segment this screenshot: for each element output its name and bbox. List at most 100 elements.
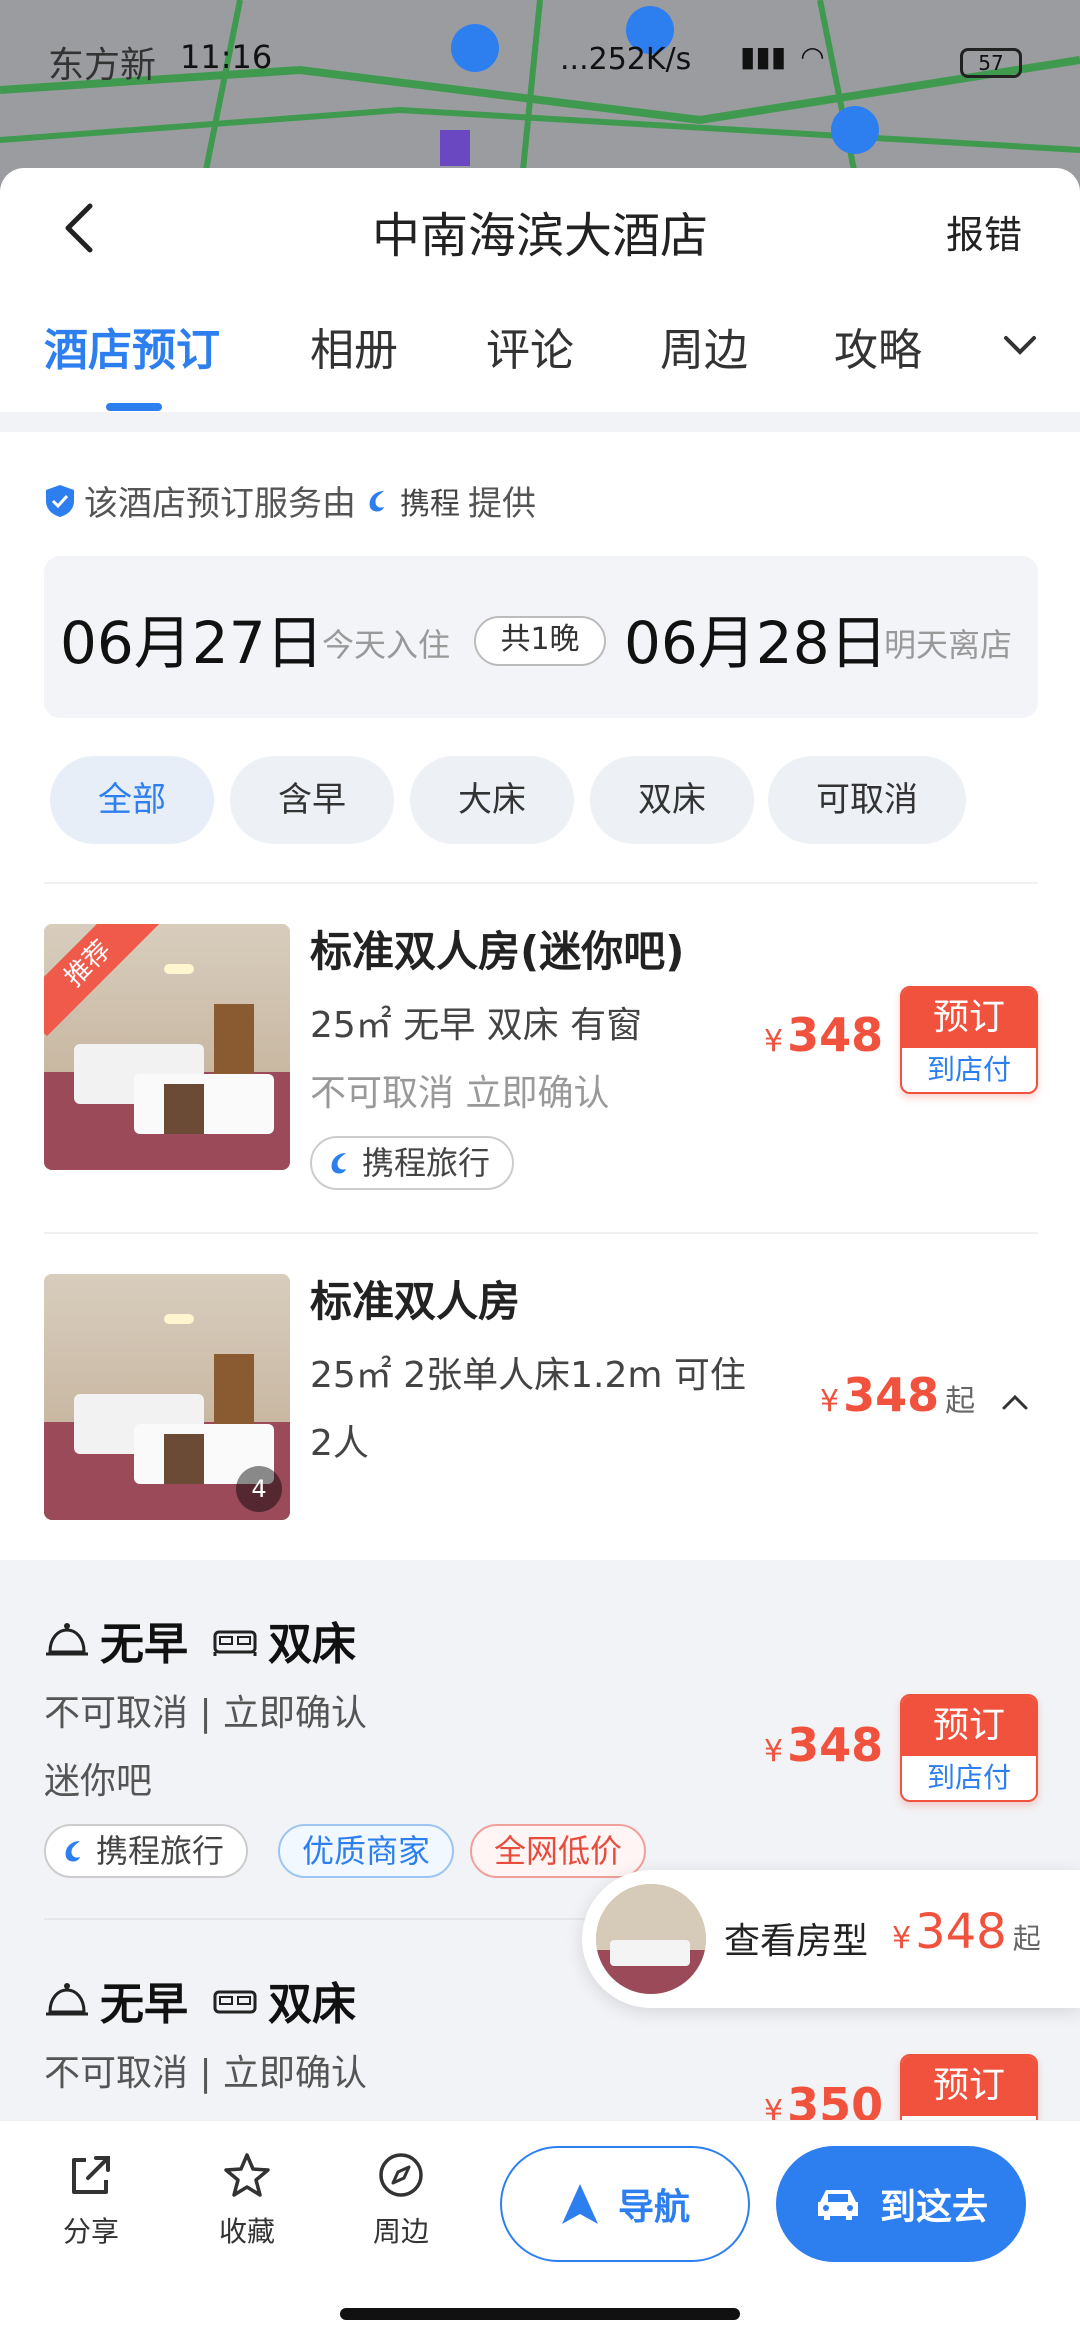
tab-nearby[interactable]: 周边 — [660, 314, 748, 378]
price-from-suffix: 起 — [1012, 1922, 1041, 1955]
share-label: 分享 — [62, 2215, 119, 2248]
share-icon — [72, 2156, 110, 2194]
rate-plan-policy: 不可取消 | 立即确认 — [44, 1693, 368, 1734]
book-label: 预订 — [902, 1696, 1036, 1756]
go-here-button[interactable]: 到这去 — [776, 2146, 1026, 2262]
rate-plan-policy: 不可取消 | 立即确认 — [44, 2053, 368, 2094]
breakfast-bell-icon — [46, 1983, 88, 2016]
view-room-type-label: 查看房型 — [724, 1921, 869, 1962]
back-arrow-icon[interactable] — [60, 200, 100, 256]
star-icon — [224, 2153, 270, 2197]
net-speed: ...252K/s — [560, 42, 692, 77]
currency-symbol: ¥ — [764, 1734, 784, 1769]
filter-twin-bed[interactable]: 双床 — [590, 756, 754, 844]
ctrip-logo-icon — [369, 490, 384, 511]
provider-brand: 携程 — [400, 486, 460, 522]
book-label: 预订 — [902, 2056, 1036, 2116]
wifi-icon: ◠ — [800, 40, 825, 73]
rate-plan-extra: 迷你吧 — [44, 1761, 153, 1802]
room-photo[interactable]: 推荐 — [44, 924, 290, 1170]
book-button[interactable]: 预订 到店付 — [900, 986, 1038, 1094]
divider — [44, 1232, 1038, 1234]
checkout-date[interactable]: 06月28日 — [624, 596, 888, 680]
status-bar: 东方新 11:16 ...252K/s ▮▮▮ ◠ 57 — [0, 30, 1080, 90]
ctrip-logo-icon — [65, 1841, 80, 1862]
bed-icon — [213, 1990, 257, 2014]
tag-label: 携程旅行 — [362, 1144, 491, 1182]
tab-hotel-booking[interactable]: 酒店预订 — [44, 314, 220, 378]
pay-at-hotel-label: 到店付 — [926, 1053, 1011, 1086]
bed-icon — [213, 1630, 257, 1656]
checkout-label: 明天离店 — [884, 626, 1013, 664]
tab-album[interactable]: 相册 — [310, 314, 398, 378]
breakfast-bell-icon — [46, 1623, 88, 1656]
filter-all[interactable]: 全部 — [50, 756, 214, 844]
room-features: 25㎡ 无早 双床 有窗 — [310, 1005, 643, 1046]
signal-icon: ▮▮▮ — [740, 40, 787, 73]
ctrip-tag: 携程旅行 — [310, 1136, 515, 1190]
nearby-button[interactable]: 周边 — [346, 2150, 456, 2250]
quality-merchant-tag: 优质商家 — [278, 1824, 455, 1878]
filter-king-bed[interactable]: 大床 — [410, 756, 574, 844]
price-from-suffix: 起 — [945, 1384, 976, 1419]
navigate-label: 导航 — [617, 2187, 690, 2228]
navigate-button[interactable]: 导航 — [500, 2146, 750, 2262]
shield-icon — [46, 484, 74, 517]
lowest-price-tag: 全网低价 — [470, 1824, 647, 1878]
report-error-button[interactable]: 报错 — [946, 204, 1022, 259]
car-icon — [817, 2190, 858, 2220]
page-title: 中南海滨大酒店 — [371, 208, 708, 264]
tab-reviews[interactable]: 评论 — [486, 314, 574, 378]
ctrip-logo-icon — [331, 1153, 346, 1174]
share-button[interactable]: 分享 — [36, 2150, 146, 2250]
room-name[interactable]: 标准双人房(迷你吧) — [310, 918, 684, 979]
rate-plan-price: ¥348 — [764, 1718, 883, 1772]
compass-icon — [379, 2153, 423, 2197]
navigation-arrow-icon — [561, 2184, 598, 2224]
active-tab-indicator — [106, 403, 162, 411]
room-price: ¥348 — [764, 1008, 883, 1062]
booking-provider-note: 该酒店预订服务由 携程 提供 — [44, 476, 536, 525]
breakfast-label: 无早 — [100, 1979, 188, 2030]
room-name[interactable]: 标准双人房 — [310, 1268, 520, 1329]
pay-at-hotel-label: 到店付 — [926, 1761, 1011, 1794]
room-price: ¥348 起 — [820, 1368, 975, 1422]
ctrip-tag: 携程旅行 — [44, 1824, 249, 1878]
checkin-label: 今天入住 — [322, 626, 451, 664]
status-time: 11:16 — [180, 38, 273, 76]
price-value: 348 — [915, 1904, 1007, 1960]
nights-badge: 共1晚 — [474, 616, 606, 666]
currency-symbol: ¥ — [892, 1921, 912, 1956]
room-occupancy: 2人 — [310, 1423, 369, 1464]
rate-plan-title: 无早 双床 — [44, 1968, 356, 2032]
filter-cancellable[interactable]: 可取消 — [768, 756, 966, 844]
chevron-down-icon[interactable] — [1000, 330, 1040, 360]
floating-price: ¥348 起 — [892, 1904, 1041, 1960]
room-features: 25㎡ 2张单人床1.2m 可住 — [310, 1355, 746, 1396]
book-button[interactable]: 预订 到店付 — [900, 1694, 1038, 1802]
breakfast-label: 无早 — [100, 1619, 188, 1670]
go-here-label: 到这去 — [879, 2187, 988, 2228]
tag-label: 携程旅行 — [96, 1832, 225, 1870]
chevron-up-icon[interactable] — [1000, 1392, 1030, 1412]
rate-plan-title: 无早 双床 — [44, 1608, 356, 1672]
filter-breakfast[interactable]: 含早 — [230, 756, 394, 844]
currency-symbol: ¥ — [764, 1024, 784, 1059]
room-policy: 不可取消 立即确认 — [310, 1073, 610, 1114]
room-thumbnail — [596, 1884, 706, 1994]
divider — [44, 882, 1038, 884]
provider-prefix: 该酒店预订服务由 — [84, 484, 356, 524]
nearby-label: 周边 — [372, 2215, 429, 2248]
checkin-date[interactable]: 06月27日 — [60, 596, 324, 680]
price-value: 348 — [843, 1368, 940, 1422]
carrier-label: 东方新 — [48, 45, 157, 86]
room-photo[interactable]: 4 — [44, 1274, 290, 1520]
bed-label: 双床 — [268, 1619, 356, 1670]
currency-symbol: ¥ — [820, 1384, 840, 1419]
tab-guide[interactable]: 攻略 — [834, 314, 922, 378]
photo-count-badge: 4 — [236, 1466, 282, 1512]
home-indicator[interactable] — [340, 2308, 740, 2320]
price-value: 348 — [787, 1718, 884, 1772]
favorite-button[interactable]: 收藏 — [192, 2150, 302, 2250]
status-icons: ▮▮▮ ◠ — [740, 40, 825, 73]
